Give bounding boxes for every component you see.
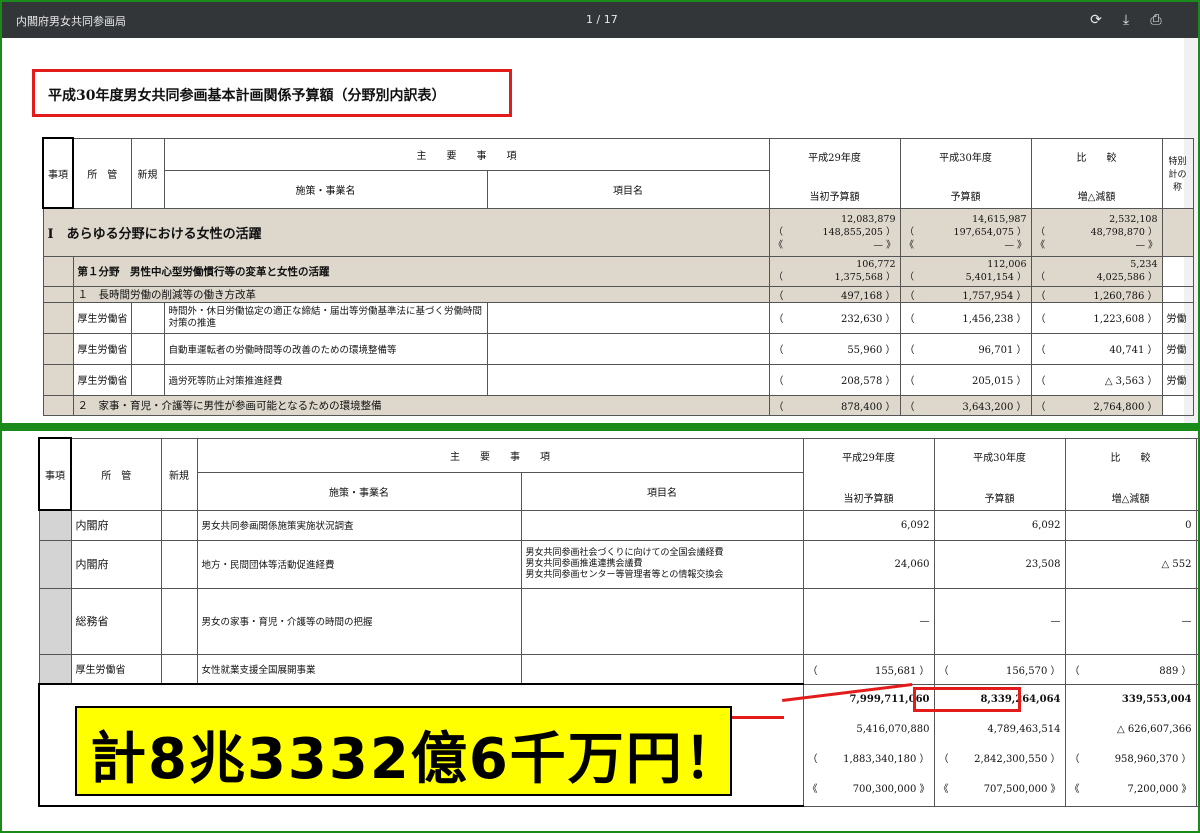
subsection-diff: （1,260,786 ）: [1030, 285, 1163, 303]
budget-table-top: 事項 所 管 新規 主 要 事 項 平成29年度 当初予算額 平成30年度 予算額 …: [42, 137, 1194, 416]
header-shinki: 新規: [130, 137, 165, 209]
subsection-h29: （497,168 ）: [768, 285, 901, 303]
item-name: 女性就業支援全国展開事業: [196, 653, 522, 685]
subsection-row: ２ 家事・育児・介護等に男性が参画可能となるための環境整備 （878,400 ）…: [42, 394, 1194, 416]
header-shokan: 所 管: [70, 437, 162, 511]
header-koumoku: 項目名: [520, 471, 804, 511]
item-name: 地方・民間団体等活動促進経費: [196, 539, 522, 589]
field-row: 第１分野 男性中心型労働慣行等の変革と女性の活躍 106,772 （1,375,…: [42, 255, 1194, 287]
panel-divider: [0, 423, 1200, 431]
section-h30: 14,615,987 （197,654,075 ） 《 — 》: [899, 207, 1032, 257]
header-shuyo: 主 要 事 項: [163, 137, 770, 171]
callout-text: 計8兆3332億6千万円！: [90, 727, 742, 792]
header-h30: 平成30年度 予算額: [933, 437, 1066, 511]
ministry-cell: 厚生労働省: [70, 653, 162, 685]
item-name: 時間外・休日労働協定の適正な締結・届出等労働基準法に基づく労働時間対策の推進: [163, 301, 488, 334]
ministry-cell: 厚生労働省: [72, 301, 132, 334]
rotate-icon[interactable]: ⟳: [1085, 9, 1107, 31]
print-icon[interactable]: ⎙: [1145, 9, 1167, 31]
subsection-h30: （1,757,954 ）: [899, 285, 1032, 303]
header-h29: 平成29年度 当初予算額: [768, 137, 901, 209]
field-label: 第１分野 男性中心型労働慣行等の変革と女性の活躍: [72, 255, 770, 287]
document-title: 内閣府男女共同参画局: [16, 15, 126, 28]
header-jiko: 事項: [38, 437, 72, 511]
item-detail: 男女共同参画社会づくりに向けての全国会議経費 男女共同参画推進連携会議費 男女共…: [520, 539, 804, 589]
table-row: 厚生労働省 自動車運転者の労働時間等の改善のための環境整備等 （55,960 ）…: [42, 332, 1194, 365]
header-shokan: 所 管: [72, 137, 132, 209]
header-hikaku: 比 較増△減額: [1064, 437, 1197, 511]
section-label: Ⅰ あらゆる分野における女性の活躍: [42, 207, 770, 257]
total-highlight-box: [913, 687, 1021, 712]
ministry-cell: 厚生労働省: [72, 363, 132, 396]
header-tokubetsu: 特別計の称: [1195, 437, 1200, 511]
table-row: 総務省 男女の家事・育児・介護等の時間の把握 — — —: [38, 587, 1200, 655]
header-sesaku: 施策・事業名: [196, 471, 522, 511]
table-row: 厚生労働省 時間外・休日労働協定の適正な締結・届出等労働基準法に基づく労働時間対…: [42, 301, 1194, 334]
section-diff: 2,532,108 （48,798,870 ） 《 — 》: [1030, 207, 1163, 257]
header-sesaku: 施策・事業名: [163, 169, 488, 209]
ministry-cell: 内閣府: [70, 509, 162, 541]
total-diff: 339,553,004 △ 626,607,366 （958,960,370 ）…: [1064, 683, 1197, 807]
section-h29: 12,083,879 （148,855,205 ） 《 — 》: [768, 207, 901, 257]
ministry-cell: 総務省: [70, 587, 162, 655]
subsection-row: １ 長時間労働の削減等の働き方改革 （497,168 ） （1,757,954 …: [42, 285, 1194, 303]
subsection-label: １ 長時間労働の削減等の働き方改革: [72, 285, 770, 303]
header-hikaku: 比 較増△減額: [1030, 137, 1163, 209]
header-tokubetsu: 特別計の称: [1161, 137, 1194, 209]
subsection-label: ２ 家事・育児・介護等に男性が参画可能となるための環境整備: [72, 394, 770, 416]
download-icon[interactable]: ⤓: [1115, 9, 1137, 31]
header-shuyo: 主 要 事 項: [196, 437, 804, 473]
header-h29: 平成29年度 当初予算額: [802, 437, 935, 511]
ministry-cell: 内閣府: [70, 539, 162, 589]
table-row: 厚生労働省 過労死等防止対策推進経費 （208,578 ） （205,015 ）…: [42, 363, 1194, 396]
table-row: 厚生労働省 女性就業支援全国展開事業 （155,681 ） （156,570 ）…: [38, 653, 1200, 685]
header-shinki: 新規: [160, 437, 198, 511]
pdf-toolbar: 内閣府男女共同参画局 1 / 17 ⟳ ⤓ ⎙: [2, 2, 1198, 38]
table-row: 内閣府 男女共同参画関係施策実施状況調査 6,092 6,092 0: [38, 509, 1200, 541]
header-koumoku: 項目名: [486, 169, 770, 209]
page-title: 平成30年度男女共同参画基本計画関係予算額（分野別内訳表）: [48, 88, 446, 104]
table-row: 内閣府 地方・民間団体等活動促進経費 男女共同参画社会づくりに向けての全国会議経…: [38, 539, 1200, 589]
header-h30: 平成30年度 予算額: [899, 137, 1032, 209]
page-indicator: 1 / 17: [586, 13, 618, 26]
item-name: 過労死等防止対策推進経費: [163, 363, 488, 396]
field-h29: 106,772 （1,375,568 ）: [768, 255, 901, 287]
field-h30: 112,006 （5,401,154 ）: [899, 255, 1032, 287]
section-row: Ⅰ あらゆる分野における女性の活躍 12,083,879 （148,855,20…: [42, 207, 1194, 257]
field-diff: 5,234 （4,025,586 ）: [1030, 255, 1163, 287]
header-jiko: 事項: [42, 137, 74, 209]
item-name: 男女の家事・育児・介護等の時間の把握: [196, 587, 522, 655]
item-name: 自動車運転者の労働時間等の改善のための環境整備等: [163, 332, 488, 365]
item-name: 男女共同参画関係施策実施状況調査: [196, 509, 522, 541]
ministry-cell: 厚生労働省: [72, 332, 132, 365]
